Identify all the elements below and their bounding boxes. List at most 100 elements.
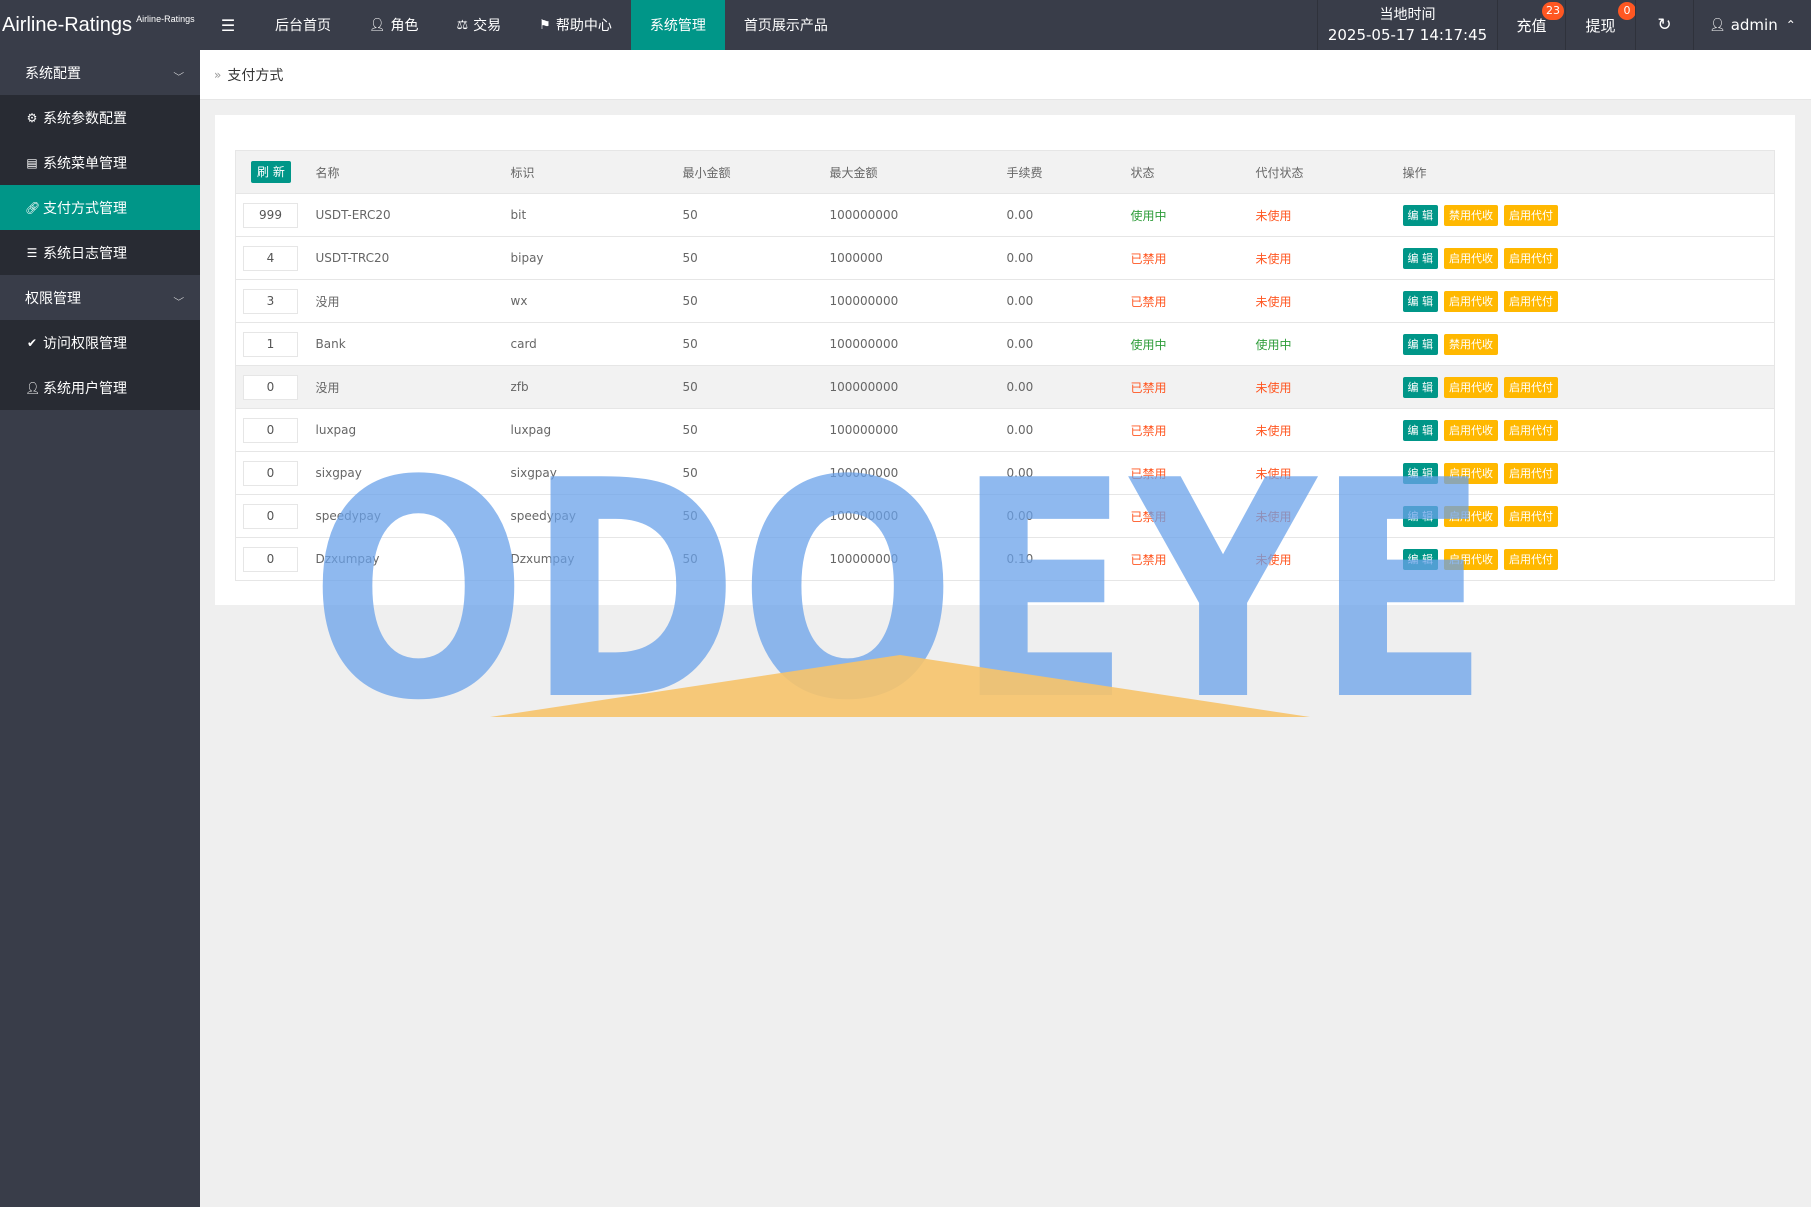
action-button-0[interactable]: 启用代收 — [1444, 376, 1498, 398]
nav-item-label: 首页展示产品 — [743, 18, 828, 34]
edit-button[interactable]: 编 辑 — [1402, 548, 1438, 570]
column-header: 手续费 — [1006, 150, 1131, 194]
admin-menu[interactable]: 👤︎ admin ⌃ — [1693, 0, 1811, 50]
action-button-1[interactable]: 启用代付 — [1504, 548, 1558, 570]
status-text: 已禁用 — [1130, 423, 1167, 438]
refresh-button[interactable]: 刷 新 — [251, 161, 291, 183]
payout-status-text: 未使用 — [1255, 380, 1292, 395]
max-amount-cell: 100000000 — [829, 494, 1007, 538]
name-cell: luxpag — [315, 408, 511, 452]
action-button-0[interactable]: 禁用代收 — [1444, 204, 1498, 226]
status-cell: 使用中 — [1130, 322, 1256, 366]
edit-button[interactable]: 编 辑 — [1402, 376, 1438, 398]
sidebar-item-0-2[interactable]: 🔗︎ 支付方式管理 — [0, 185, 200, 230]
edit-button[interactable]: 编 辑 — [1402, 247, 1438, 269]
header-refresh-cell: 刷 新 — [235, 150, 316, 194]
name-cell: Dzxumpay — [315, 537, 511, 581]
nav-item-1[interactable]: 👤︎ 角色 — [350, 0, 438, 50]
edit-button[interactable]: 编 辑 — [1402, 204, 1438, 226]
action-button-1[interactable]: 启用代付 — [1504, 419, 1558, 441]
edit-button[interactable]: 编 辑 — [1402, 419, 1438, 441]
code-cell: bipay — [510, 236, 683, 280]
action-button-1[interactable]: 启用代付 — [1504, 505, 1558, 527]
sort-order-input[interactable] — [243, 417, 298, 443]
min-amount-cell: 50 — [682, 494, 830, 538]
status-cell: 已禁用 — [1130, 451, 1256, 495]
payout-status-cell: 未使用 — [1255, 193, 1403, 237]
sidebar-group-0[interactable]: 系统配置 ⌵ — [0, 50, 200, 95]
status-text: 使用中 — [1130, 208, 1167, 223]
code-cell: luxpag — [510, 408, 683, 452]
action-button-1[interactable]: 启用代付 — [1504, 376, 1558, 398]
menu-toggle-icon[interactable]: ☰ — [200, 0, 256, 50]
actions-cell: 编 辑禁用代收 启用代付 — [1402, 193, 1775, 237]
action-button-0[interactable]: 启用代收 — [1444, 548, 1498, 570]
sidebar-item-0-0[interactable]: ⚙ 系统参数配置 — [0, 95, 200, 140]
sort-order-input[interactable] — [243, 288, 298, 314]
nav-item-5[interactable]: 首页展示产品 — [725, 0, 847, 50]
action-button-1[interactable]: 启用代付 — [1504, 462, 1558, 484]
payout-status-text: 未使用 — [1255, 423, 1292, 438]
action-button-0[interactable]: 启用代收 — [1444, 290, 1498, 312]
fee-cell: 0.00 — [1006, 365, 1131, 409]
action-button-0[interactable]: 启用代收 — [1444, 419, 1498, 441]
action-button-0[interactable]: 禁用代收 — [1444, 333, 1498, 355]
recharge-button[interactable]: 充值 23 — [1497, 0, 1565, 50]
app-subtitle: Airline-Ratings — [136, 14, 195, 24]
fee-cell: 0.10 — [1006, 537, 1131, 581]
action-button-0[interactable]: 启用代收 — [1444, 462, 1498, 484]
sort-order-input[interactable] — [243, 331, 298, 357]
sort-order-input[interactable] — [243, 503, 298, 529]
min-amount-cell: 50 — [682, 408, 830, 452]
nav-item-2[interactable]: ⚖ 交易 — [438, 0, 521, 50]
sidebar-item-1-0[interactable]: ✔ 访问权限管理 — [0, 320, 200, 365]
payout-status-text: 未使用 — [1255, 466, 1292, 481]
admin-label: admin — [1730, 16, 1778, 34]
max-amount-cell: 100000000 — [829, 365, 1007, 409]
edit-button[interactable]: 编 辑 — [1402, 505, 1438, 527]
edit-button[interactable]: 编 辑 — [1402, 462, 1438, 484]
action-button-1[interactable]: 启用代付 — [1504, 290, 1558, 312]
gear-icon: ⚙ — [26, 110, 38, 125]
sidebar-item-label: 访问权限管理 — [43, 335, 127, 352]
max-amount-cell: 100000000 — [829, 322, 1007, 366]
local-time: 当地时间 2025-05-17 14:17:45 — [1317, 0, 1497, 50]
chevron-down-icon: ⌵ — [173, 67, 184, 78]
sidebar-item-0-3[interactable]: ☰ 系统日志管理 — [0, 230, 200, 275]
action-button-1[interactable]: 启用代付 — [1504, 204, 1558, 226]
sidebar-item-label: 系统日志管理 — [43, 245, 127, 262]
status-cell: 已禁用 — [1130, 408, 1256, 452]
action-button-0[interactable]: 启用代收 — [1444, 505, 1498, 527]
sort-order-input[interactable] — [243, 546, 298, 572]
nav-item-0[interactable]: 后台首页 — [256, 0, 350, 50]
edit-button[interactable]: 编 辑 — [1402, 290, 1438, 312]
code-cell: Dzxumpay — [510, 537, 683, 581]
status-text: 已禁用 — [1130, 552, 1167, 567]
sort-order-input[interactable] — [243, 460, 298, 486]
nav-item-3[interactable]: ⚑ 帮助中心 — [520, 0, 631, 50]
withdraw-button[interactable]: 提现 0 — [1565, 0, 1636, 50]
sidebar-item-0-1[interactable]: ▤ 系统菜单管理 — [0, 140, 200, 185]
sidebar-group-label: 权限管理 — [25, 290, 81, 307]
action-button-0[interactable]: 启用代收 — [1444, 247, 1498, 269]
link-icon: 🔗︎ — [25, 200, 41, 215]
actions-cell: 编 辑启用代收 启用代付 — [1402, 537, 1775, 581]
sort-order-input[interactable] — [243, 374, 298, 400]
sort-order-input[interactable] — [243, 245, 298, 271]
code-cell: zfb — [510, 365, 683, 409]
sidebar-group-1[interactable]: 权限管理 ⌵ — [0, 275, 200, 320]
nav-item-4[interactable]: 系统管理 — [630, 0, 725, 50]
action-button-1[interactable]: 启用代付 — [1504, 247, 1558, 269]
sort-order-input[interactable] — [243, 202, 298, 228]
window-icon: ▤ — [26, 155, 38, 170]
status-text: 已禁用 — [1130, 466, 1167, 481]
status-text: 使用中 — [1130, 337, 1167, 352]
refresh-icon[interactable]: ↻ — [1635, 0, 1693, 50]
scale-icon: ⚖ — [456, 17, 469, 33]
sidebar-item-1-1[interactable]: 👤︎ 系统用户管理 — [0, 365, 200, 410]
status-text: 已禁用 — [1130, 294, 1167, 309]
nav-item-label: 系统管理 — [649, 18, 706, 34]
top-right-tools: 当地时间 2025-05-17 14:17:45 充值 23 提现 0 ↻ 👤︎… — [1317, 0, 1811, 50]
edit-button[interactable]: 编 辑 — [1402, 333, 1438, 355]
sidebar: 系统配置 ⌵ ⚙ 系统参数配置 ▤ 系统菜单管理 🔗︎ 支付方式管理 ☰ 系统日志管理 权限管理 ⌵ ✔… — [0, 50, 200, 1207]
